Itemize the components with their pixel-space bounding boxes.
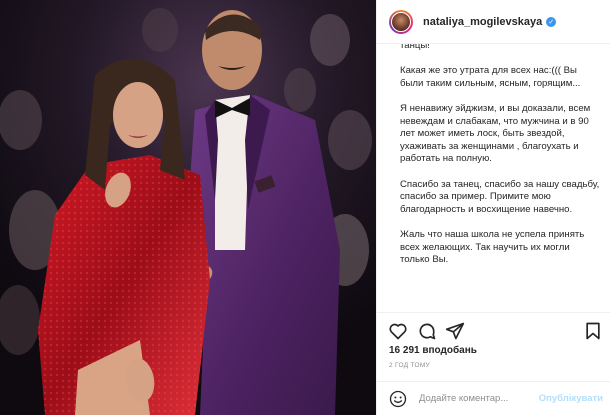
bookmark-icon[interactable]	[583, 321, 603, 341]
caption-paragraph: Я ненавижу эйджизм, и вы доказали, всем …	[400, 102, 591, 165]
woman-face	[113, 82, 163, 148]
post-caption: танцы! Какая же это утрата для всех нас:…	[400, 44, 600, 312]
post-side-panel: nataliya_mogilevskaya ✓ танцы! Какая же …	[376, 0, 610, 415]
post-header: nataliya_mogilevskaya ✓	[377, 0, 610, 44]
avatar-image	[391, 11, 411, 32]
avatar[interactable]	[389, 9, 413, 34]
post-comment-button[interactable]: Опублікувати	[539, 393, 603, 404]
verified-badge-icon: ✓	[546, 16, 557, 27]
emoji-icon[interactable]	[389, 390, 407, 408]
caption-paragraph: Спасибо за танец, спасибо за нашу свадьб…	[400, 178, 600, 215]
post-actions	[377, 312, 610, 346]
username-link[interactable]: nataliya_mogilevskaya	[423, 16, 542, 28]
post-photo[interactable]	[0, 0, 376, 415]
caption-paragraph: Жаль что наша школа не успела принять вс…	[400, 228, 585, 266]
post-timestamp[interactable]: 2 ГОД ТОМУ	[389, 362, 430, 369]
likes-count[interactable]: 16 291 вподобань	[389, 345, 477, 356]
comment-bar: Опублікувати	[377, 381, 610, 415]
caption-line: танцы!	[400, 44, 430, 51]
share-icon[interactable]	[445, 321, 465, 341]
caption-paragraph: Какая же это утрата для всех нас:((( Вы …	[400, 65, 581, 89]
heart-icon[interactable]	[388, 321, 408, 341]
comment-input[interactable]	[419, 393, 549, 404]
photo-illustration	[0, 0, 376, 415]
comment-icon[interactable]	[417, 321, 437, 341]
